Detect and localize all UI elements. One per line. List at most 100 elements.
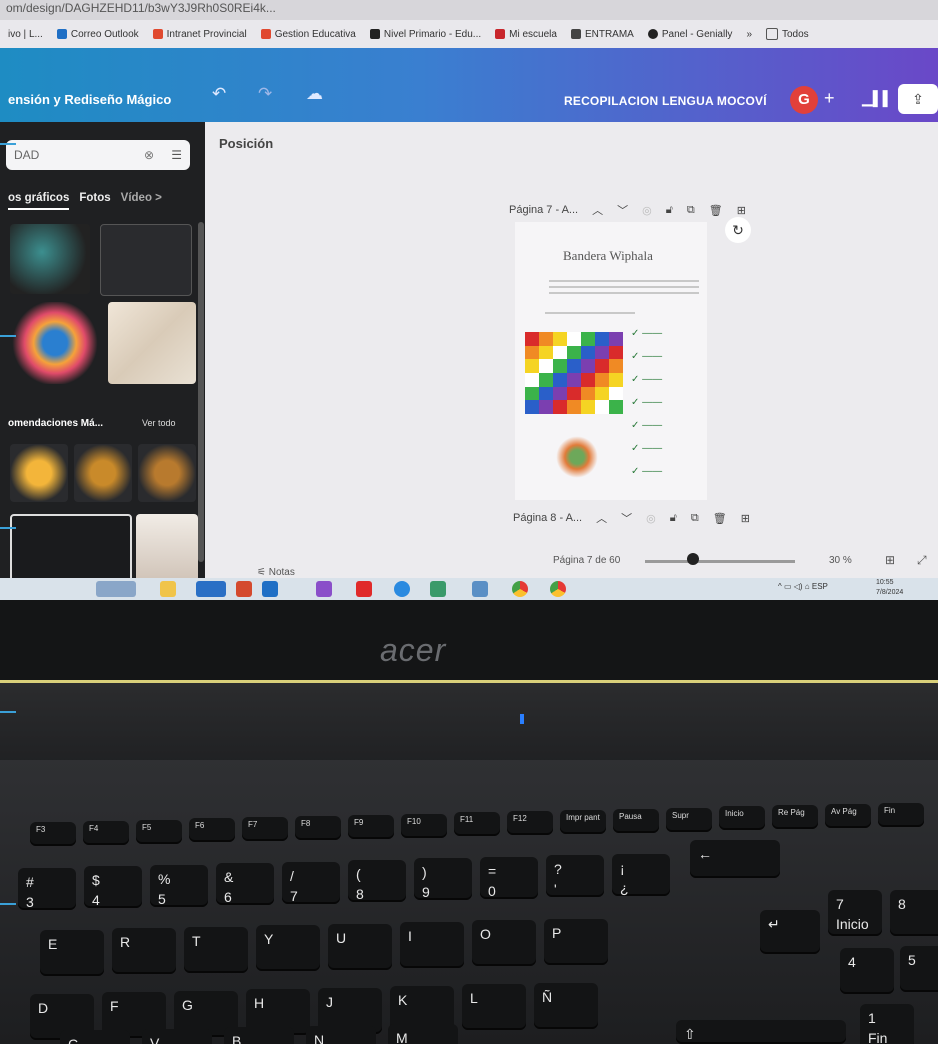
key-y[interactable]: Y: [256, 925, 320, 972]
graphic-mask[interactable]: [74, 444, 132, 502]
bookmark-entrama[interactable]: ENTRAMA: [570, 29, 634, 40]
key-r[interactable]: R: [112, 928, 176, 975]
bookmark-mi-escuela[interactable]: Mi escuela: [495, 29, 557, 40]
duplicate-icon[interactable]: ⧉: [687, 204, 695, 217]
filter-icon[interactable]: ☰: [171, 140, 182, 170]
see-all-link[interactable]: Ver todo: [142, 418, 176, 428]
key-numpad-5[interactable]: 5: [900, 946, 938, 992]
tab-fotos[interactable]: Fotos: [79, 192, 110, 210]
add-page-icon[interactable]: ⊞: [741, 512, 750, 525]
graphic-hands-people[interactable]: [10, 514, 132, 588]
key-numpad-7[interactable]: 7 Inicio: [828, 890, 882, 936]
outlook-taskbar-icon[interactable]: [262, 581, 278, 597]
key-num-7[interactable]: = 0: [480, 856, 538, 899]
key-p[interactable]: P: [544, 918, 608, 965]
system-tray[interactable]: ^ ▭ ◁) ⌂ ESP: [778, 582, 828, 591]
key-f3[interactable]: F3: [30, 822, 76, 846]
graphic-global-people[interactable]: [10, 302, 100, 384]
app-icon[interactable]: [196, 581, 226, 597]
file-explorer-icon[interactable]: [160, 581, 176, 597]
key-u[interactable]: U: [328, 923, 392, 970]
document-title[interactable]: RECOPILACION LENGUA MOCOVÍ: [564, 94, 767, 108]
start-icon[interactable]: [96, 581, 136, 597]
key-f9[interactable]: F9: [348, 814, 394, 839]
key-i[interactable]: I: [400, 922, 464, 968]
bookmark-gestion[interactable]: Gestion Educativa: [260, 29, 356, 40]
edge-icon[interactable]: [394, 581, 410, 597]
page-7-canvas[interactable]: Bandera Wiphala ✓ —— ✓ —— ✓ —— ✓ —— ✓ —— ✓ ——…: [515, 222, 707, 500]
key-e[interactable]: E: [40, 930, 104, 976]
avatar[interactable]: G: [790, 86, 818, 114]
lock-icon[interactable]: 🔓︎: [670, 512, 677, 525]
project-title[interactable]: ensión y Rediseño Mágico: [8, 92, 171, 107]
browser-icon[interactable]: [316, 581, 332, 597]
undo-icon[interactable]: ↶: [212, 84, 226, 104]
cloud-icon[interactable]: ☁: [306, 84, 323, 104]
key-num-0[interactable]: #3: [18, 868, 76, 910]
key-num-3[interactable]: & 6: [216, 863, 274, 906]
hide-icon[interactable]: ◎: [646, 512, 656, 525]
chevron-down-icon[interactable]: ﹀: [617, 202, 628, 218]
refresh-icon[interactable]: ↻: [725, 217, 751, 243]
key-num-4[interactable]: /7: [282, 861, 340, 904]
page-8-label[interactable]: Página 8 - A...: [513, 512, 582, 524]
trash-icon[interactable]: 🗑︎: [713, 512, 727, 525]
bookmark-intranet[interactable]: Intranet Provincial: [152, 29, 247, 40]
graphic-festival-pattern[interactable]: [108, 302, 196, 384]
hide-icon[interactable]: ◎: [642, 204, 652, 217]
key-l[interactable]: L: [462, 984, 526, 1031]
mail-icon[interactable]: [472, 581, 488, 597]
add-page-icon[interactable]: ⊞: [737, 204, 746, 217]
bookmark-outlook[interactable]: Correo Outlook: [56, 29, 139, 40]
key-numpad-4[interactable]: 4: [840, 948, 894, 994]
graphic-hut[interactable]: [138, 444, 196, 502]
key-m[interactable]: M: [388, 1024, 458, 1044]
key-numpad-8[interactable]: 8: [890, 890, 938, 936]
key-shift[interactable]: ⇧: [676, 1020, 846, 1044]
zoom-slider[interactable]: [645, 560, 795, 563]
search-input[interactable]: DAD ⊗ ☰: [6, 140, 190, 170]
key-f4[interactable]: F4: [83, 820, 129, 845]
key-f8[interactable]: F8: [295, 816, 341, 840]
key-f10[interactable]: F10: [401, 813, 447, 838]
page-7-label[interactable]: Página 7 - A...: [509, 204, 578, 216]
add-collaborator-button[interactable]: +: [824, 88, 835, 109]
grid-view-icon[interactable]: ⊞: [885, 553, 895, 567]
zoom-value[interactable]: 30 %: [829, 555, 852, 566]
zoom-knob[interactable]: [687, 553, 699, 565]
key-t[interactable]: T: [184, 926, 248, 973]
key-av-pág[interactable]: Av Pág: [825, 804, 871, 828]
trash-icon[interactable]: 🗑︎: [709, 204, 723, 217]
key-f12[interactable]: F12: [507, 811, 553, 836]
redo-icon[interactable]: ↷: [258, 84, 272, 104]
graphic-music-theater[interactable]: [100, 224, 192, 296]
graphic-community[interactable]: [136, 514, 198, 584]
address-bar[interactable]: om/design/DAGHZEHD11/b3wY3J9Rh0S0REi4k..…: [0, 0, 938, 22]
key-o[interactable]: O: [472, 920, 536, 967]
notes-button[interactable]: ⚟ Notas: [257, 567, 295, 578]
key-c[interactable]: C: [60, 1030, 130, 1044]
bookmark-nivel-primario[interactable]: Nivel Primario - Edu...: [369, 29, 481, 40]
duplicate-icon[interactable]: ⧉: [691, 512, 699, 525]
key-f6[interactable]: F6: [189, 818, 235, 843]
key-num-6[interactable]: ) 9: [414, 858, 472, 901]
key-numpad-1[interactable]: 1 Fin: [860, 1004, 914, 1044]
key-f5[interactable]: F5: [136, 819, 182, 844]
key-backspace[interactable]: ←: [690, 840, 780, 878]
photos-icon[interactable]: [430, 581, 446, 597]
graphic-people-world[interactable]: [10, 224, 90, 294]
chrome-icon[interactable]: [512, 581, 528, 597]
office-icon[interactable]: [236, 581, 252, 597]
key-num-2[interactable]: % 5: [150, 864, 208, 907]
tab-video[interactable]: Vídeo >: [121, 192, 162, 210]
lock-icon[interactable]: 🔓︎: [666, 204, 673, 217]
key-enter[interactable]: ↵: [760, 910, 820, 954]
position-label[interactable]: Posición: [219, 136, 273, 151]
key-num-9[interactable]: ¡ ¿: [612, 853, 670, 896]
key-ñ[interactable]: Ñ: [534, 982, 598, 1029]
youtube-icon[interactable]: [356, 581, 372, 597]
key-v[interactable]: V: [142, 1028, 212, 1044]
chevron-down-icon[interactable]: ﹀: [621, 510, 632, 526]
key-supr[interactable]: Supr: [666, 807, 712, 832]
clear-icon[interactable]: ⊗: [144, 140, 154, 170]
